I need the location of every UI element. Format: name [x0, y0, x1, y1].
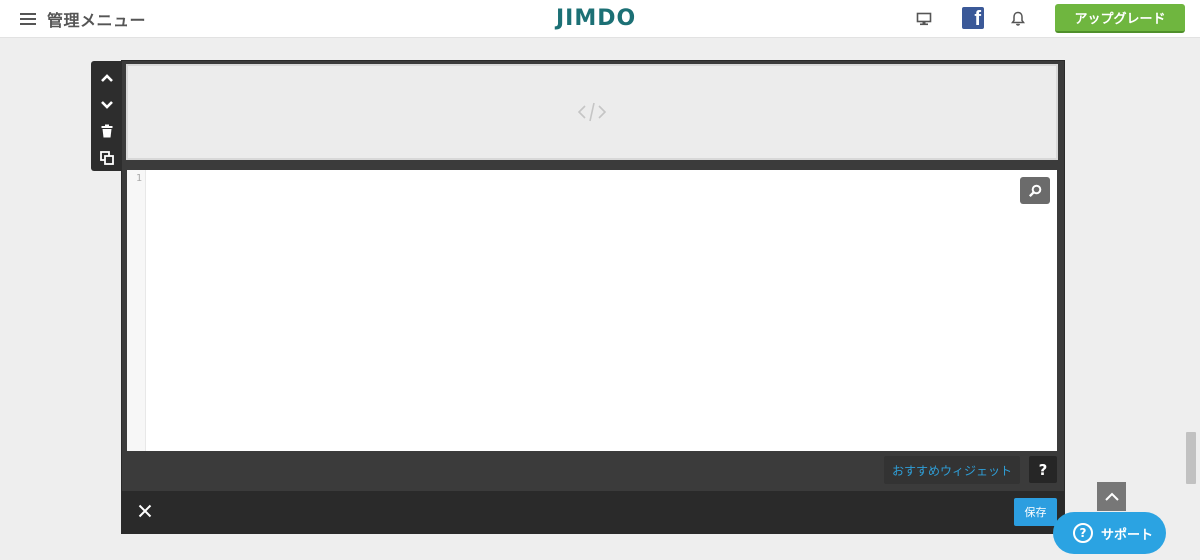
recommended-widgets-button[interactable]: おすすめウィジェット: [884, 456, 1020, 484]
hamburger-icon: [20, 13, 36, 25]
move-down-button[interactable]: [91, 92, 122, 119]
duplicate-button[interactable]: [91, 145, 122, 172]
admin-menu-label: 管理メニュー: [47, 11, 147, 30]
upgrade-button[interactable]: アップグレード: [1055, 4, 1185, 33]
scrollbar-thumb[interactable]: [1186, 432, 1196, 484]
save-button[interactable]: 保存: [1014, 498, 1057, 526]
code-icon: [577, 102, 607, 122]
top-bar: 管理メニュー JIMDO f アップグレード: [0, 0, 1200, 38]
admin-menu-button[interactable]: 管理メニュー: [20, 8, 146, 30]
help-circle-icon: ?: [1073, 523, 1093, 543]
chevron-up-icon: [100, 74, 113, 83]
support-button[interactable]: ? サポート: [1053, 512, 1166, 554]
line-number: 1: [136, 173, 143, 184]
help-button[interactable]: ?: [1029, 456, 1057, 483]
block-tools: [91, 61, 122, 171]
support-label: サポート: [1101, 527, 1154, 543]
code-editor[interactable]: 1: [127, 170, 1057, 451]
facebook-icon[interactable]: f: [962, 7, 984, 29]
bell-icon[interactable]: [1007, 8, 1029, 30]
search-icon: [1028, 184, 1042, 197]
trash-icon: [101, 124, 112, 138]
widget-preview: [126, 64, 1058, 160]
move-up-button[interactable]: [91, 65, 122, 92]
close-button[interactable]: [136, 502, 154, 520]
jimdo-logo: JIMDO: [556, 6, 637, 31]
close-icon: [138, 504, 152, 518]
chevron-down-icon: [100, 100, 113, 109]
copy-icon: [99, 150, 114, 165]
monitor-icon[interactable]: [913, 8, 935, 30]
search-button[interactable]: [1020, 177, 1050, 204]
line-gutter: 1: [127, 170, 146, 451]
delete-button[interactable]: [91, 118, 122, 145]
scroll-to-top-button[interactable]: [1097, 482, 1126, 511]
editor-footer: [121, 491, 1065, 534]
chevron-up-icon: [1104, 492, 1119, 501]
